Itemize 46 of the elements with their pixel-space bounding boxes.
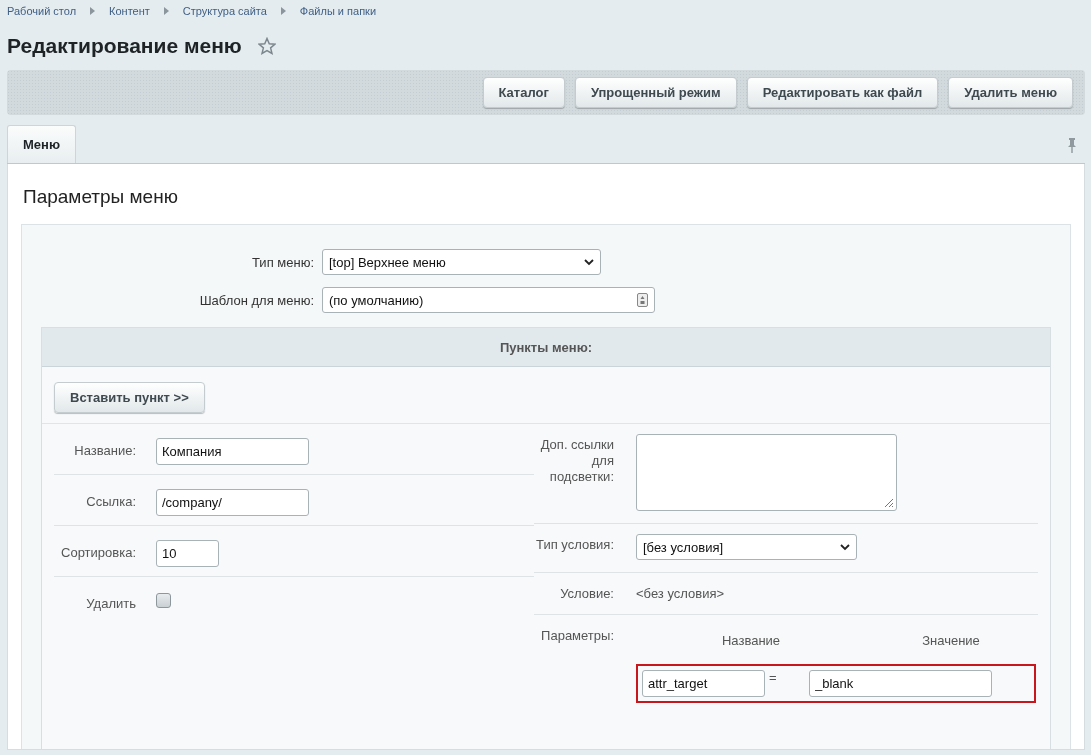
toolbar-button[interactable]: Каталог — [482, 77, 565, 108]
pin-icon[interactable] — [1067, 137, 1077, 153]
field-label: Доп. ссылки для подсветки: — [539, 436, 614, 486]
chevron-down-icon — [840, 543, 850, 551]
tab[interactable]: Меню — [7, 125, 76, 163]
star-icon[interactable] — [257, 37, 276, 55]
text-field[interactable]: /company/ — [156, 489, 309, 516]
field-label: Название: — [73, 442, 136, 460]
field-label: Сортировка: — [60, 544, 136, 562]
condition-value: <без условия> — [636, 585, 725, 602]
field-label: Тип условия: — [535, 536, 614, 554]
breadcrumb-link[interactable]: Структура сайта — [182, 5, 267, 17]
condition-type-select[interactable]: [без условия] — [636, 534, 857, 560]
highlight-links-textarea[interactable] — [636, 434, 897, 511]
delete-checkbox[interactable] — [156, 593, 171, 608]
template-field[interactable]: (по умолчанию) — [322, 287, 655, 313]
column-header: Значение — [921, 633, 981, 648]
chevron-right-icon — [90, 7, 96, 15]
field-label: Условие: — [559, 585, 614, 602]
field-label: Тип меню: — [251, 254, 314, 270]
sort-field[interactable]: 10 — [156, 540, 219, 567]
panel-header: Пункты меню: — [42, 328, 1050, 367]
text-field[interactable]: Компания — [156, 438, 309, 465]
equals-sign: = — [769, 670, 778, 685]
chevron-down-icon — [584, 258, 594, 266]
section-title: Параметры меню — [23, 186, 179, 208]
chevron-right-icon — [280, 7, 286, 15]
breadcrumb-link[interactable]: Файлы и папки — [299, 5, 377, 17]
field-label: Ссылка: — [85, 493, 136, 511]
insert-item-button[interactable]: Вставить пункт >> — [54, 382, 205, 413]
param-name-field[interactable]: attr_target — [642, 670, 765, 697]
toolbar-button[interactable]: Редактировать как файл — [746, 77, 939, 108]
resize-grip-icon — [882, 496, 894, 508]
page-title: Редактирование меню — [7, 34, 242, 58]
column-header: Название — [720, 633, 782, 648]
breadcrumb-link[interactable]: Рабочий стол — [7, 5, 77, 17]
list-picker-icon — [637, 293, 648, 307]
field-label: Удалить — [85, 595, 136, 613]
field-label: Параметры: — [540, 627, 614, 645]
toolbar-button[interactable]: Упрощенный режим — [574, 77, 737, 108]
chevron-right-icon — [163, 7, 169, 15]
param-value-field[interactable]: _blank — [809, 670, 992, 697]
breadcrumb-link[interactable]: Контент — [109, 5, 150, 17]
field-label: Шаблон для меню: — [198, 292, 314, 308]
toolbar-button[interactable]: Удалить меню — [948, 77, 1073, 108]
menu-type-select[interactable]: [top] Верхнее меню — [322, 249, 601, 275]
